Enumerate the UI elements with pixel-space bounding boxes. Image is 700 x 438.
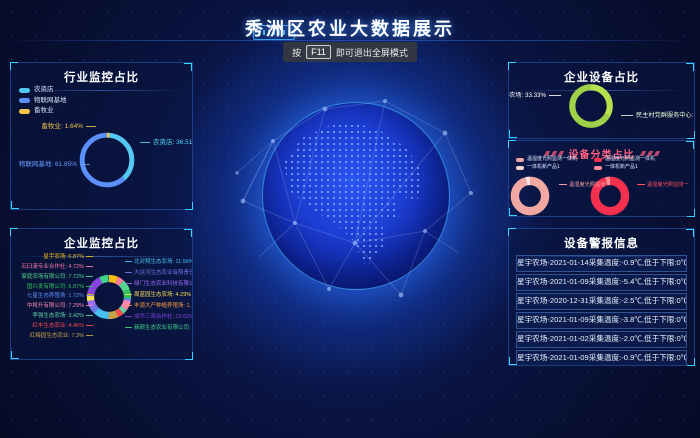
dashboard: 秀洲区农业大数据展示 按 F11 即可退出全屏模式 行业监控占比 农资店物联网基… <box>0 0 700 438</box>
panel-industry-ratio: 行业监控占比 农资店物联网基地畜牧业 畜牧业: 1.64%农资店: 36.51%… <box>10 62 193 210</box>
label-text: 红梅园生态农业: 7.3% <box>30 333 84 339</box>
chart-callout-label: 红丰生态农业: 4.46% <box>32 323 93 329</box>
chart-callout-label: 星宇农场: 33.33% <box>509 93 561 99</box>
chart-callout-label: 星宇农场: 6.87% <box>43 254 93 260</box>
legend-item[interactable]: 一体机新产品1 <box>594 165 655 170</box>
label-text: 星宇农场: 6.87% <box>43 254 84 260</box>
label-text: 李强生态农场: 3.42% <box>32 313 84 319</box>
chart-callout-label: 北对翔生态农场: 11.56% <box>125 259 192 265</box>
chart-callout-label: 家庭农场有限公司: 7.72% <box>21 274 93 280</box>
label-text: 周蓝园生态农场: 4.29% <box>134 292 191 298</box>
label-text: 北对翔生态农场: 11.56% <box>134 259 192 265</box>
legend-swatch <box>594 166 602 170</box>
globe <box>262 102 450 290</box>
alarm-row: 星宇农场-2020-12-31采集温度:-2.5℃,低于下限:0℃ <box>516 293 687 310</box>
label-text: 红丰生态农业: 4.46% <box>32 323 84 329</box>
f11-keycap: F11 <box>306 45 331 59</box>
label-text: 民主村党群服务中心: <box>636 112 693 119</box>
donut-segment[interactable] <box>515 181 545 211</box>
label-text: 农资店: 36.51% <box>153 139 192 146</box>
alarm-row: 星宇农场-2021-01-02采集温度:-2.0℃,低于下限:0℃ <box>516 331 687 348</box>
chart-callout-label: 温湿度光照监测一 <box>559 181 611 188</box>
panel-title: 企业监控占比 <box>11 229 192 257</box>
label-text: 石臼漾专业合作社: 4.72% <box>21 264 84 270</box>
label-text: 绿门生态农业科技有限公 <box>134 281 192 287</box>
enterprise-labels-right: 北对翔生态农场: 11.56% 大运河生态农业有限责任公绿门生态农业科技有限公周蓝… <box>125 259 192 331</box>
label-text: 一体机新产品1 <box>605 165 638 170</box>
label-text: 畜牧业: 1.64% <box>41 123 83 130</box>
device-class-right-legend: 温湿度光照监测一体机一体机新产品1 <box>594 157 655 170</box>
chart-callout-label: 物联网基地: 61.85% <box>19 162 90 169</box>
label-text: 国兴发有限公司: 6.87% <box>27 284 84 290</box>
chart-callout-label: 丰源大产种植养殖场: 1. <box>125 303 191 309</box>
legend-swatch <box>594 158 602 162</box>
chart-callout-label: 红梅园生态农业: 7.3% <box>30 333 93 339</box>
panel-device-ratio: 企业设备占比 星宇农场: 33.33%民主村党群服务中心: <box>508 62 695 139</box>
alarm-list: 星宇农场-2021-01-14采集温度:-0.9℃,低于下限:0℃ 星宇农场-20… <box>516 255 687 365</box>
chart-callout-label: 新颜生态农业有限公司: 6.87% <box>125 325 192 331</box>
chart-callout-label: 李强生态农场: 3.42% <box>32 313 93 319</box>
chart-callout-label: 中将升有限公司: 7.29% <box>27 303 93 309</box>
chart-callout-label: 畜牧业: 1.64% <box>41 124 96 131</box>
device-callouts: 星宇农场: 33.33% 民主村党群服务中心: <box>509 63 694 138</box>
page-title: 秀洲区农业大数据展示 <box>0 15 700 41</box>
chart-callout-label: 石臼漾专业合作社: 4.72% <box>21 264 93 270</box>
device-class-left-donut-chart[interactable] <box>509 175 551 216</box>
panel-body: 企业设备占比 星宇农场: 33.33%民主村党群服务中心: <box>509 63 694 138</box>
panel-body: 设备分类占比 温湿度光照监测一体机一体机新产品1 温湿度光照监测一 温湿度光照监… <box>509 141 694 216</box>
label-text: 七星生态养殖场: 1.72% <box>27 293 84 299</box>
alarm-row: 星宇农场-2021-01-09采集温度:-0.9℃,低于下限:0℃ <box>516 350 687 365</box>
chart-callout-label: 周蓝园生态农场: 4.29% <box>125 292 191 298</box>
panel-enterprise-ratio: 企业监控占比 星宇农场: 6.87% 石臼漾专业合作社: 4.72% 家庭农场有限公… <box>10 228 193 360</box>
label-text: 丰源大产种植养殖场: 1. <box>134 303 191 309</box>
fullscreen-exit-tip: 按 F11 即可退出全屏模式 <box>283 42 417 62</box>
industry-callouts: 畜牧业: 1.64% 农资店: 36.51% 物联网基地: 61.85% <box>11 63 192 209</box>
legend-item[interactable]: 温湿度光照监测一体机 <box>516 157 577 162</box>
globe-network-lines <box>233 81 479 327</box>
panel-body: 设备警报信息 星宇农场-2021-01-14采集温度:-0.9℃,低于下限:0℃… <box>509 229 694 365</box>
tip-prefix: 按 <box>292 46 301 59</box>
legend-swatch <box>516 158 524 162</box>
label-text: 温湿度光照监测一体机 <box>527 157 577 162</box>
chart-callout-label: 大运河生态农业有限责任公 <box>125 270 192 276</box>
legend-item[interactable]: 一体机新产品1 <box>516 165 577 170</box>
chart-callout-label: 民主村党群服务中心: <box>621 113 693 119</box>
label-text: 物联网基地: 61.85% <box>19 161 77 168</box>
device-class-left-legend: 温湿度光照监测一体机一体机新产品1 <box>516 157 577 170</box>
legend-item[interactable]: 温湿度光照监测一体机 <box>594 157 655 162</box>
enterprise-labels-left: 星宇农场: 6.87% 石臼漾专业合作社: 4.72% 家庭农场有限公司: 7.72… <box>13 254 93 339</box>
chart-callout-label: 温湿度光照监测一 <box>637 181 689 188</box>
label-text: 温湿度光照监测一体机 <box>605 157 655 162</box>
label-text: 成华三周合作社: 15.02% <box>134 314 192 320</box>
chart-callout-label: 绿门生态农业科技有限公 <box>125 281 192 287</box>
legend-swatch <box>516 166 524 170</box>
alarm-row: 星宇农场-2021-01-14采集温度:-0.9℃,低于下限:0℃ <box>516 255 687 272</box>
panel-body: 企业监控占比 星宇农场: 6.87% 石臼漾专业合作社: 4.72% 家庭农场有限公… <box>11 229 192 359</box>
tip-suffix: 即可退出全屏模式 <box>336 46 408 59</box>
panel-body: 行业监控占比 农资店物联网基地畜牧业 畜牧业: 1.64%农资店: 36.51%… <box>11 63 192 209</box>
label-text: 星宇农场: 33.33% <box>509 92 546 99</box>
label-text: 大运河生态农业有限责任公 <box>134 270 192 276</box>
chart-callout-label: 农资店: 36.51% <box>140 140 192 147</box>
alarm-row: 星宇农场-2021-01-09采集温度:-5.4℃,低于下限:0℃ <box>516 274 687 291</box>
chart-callout-label: 国兴发有限公司: 6.87% <box>27 284 93 290</box>
chart-callout-label: 成华三周合作社: 15.02% <box>125 314 192 320</box>
alarm-row: 星宇农场-2021-01-09采集温度:-3.8℃,低于下限:0℃ <box>516 312 687 329</box>
panel-title: 设备警报信息 <box>509 229 694 257</box>
panel-device-class-ratio: 设备分类占比 温湿度光照监测一体机一体机新产品1 温湿度光照监测一 温湿度光照监… <box>508 140 695 217</box>
label-text: 一体机新产品1 <box>527 165 560 170</box>
panel-device-alarms: 设备警报信息 星宇农场-2021-01-14采集温度:-0.9℃,低于下限:0℃… <box>508 228 695 366</box>
label-text: 新颜生态农业有限公司: 6.87% <box>134 325 192 331</box>
label-text: 中将升有限公司: 7.29% <box>27 303 84 309</box>
chart-callout-label: 七星生态养殖场: 1.72% <box>27 293 93 299</box>
label-text: 家庭农场有限公司: 7.72% <box>21 274 84 280</box>
